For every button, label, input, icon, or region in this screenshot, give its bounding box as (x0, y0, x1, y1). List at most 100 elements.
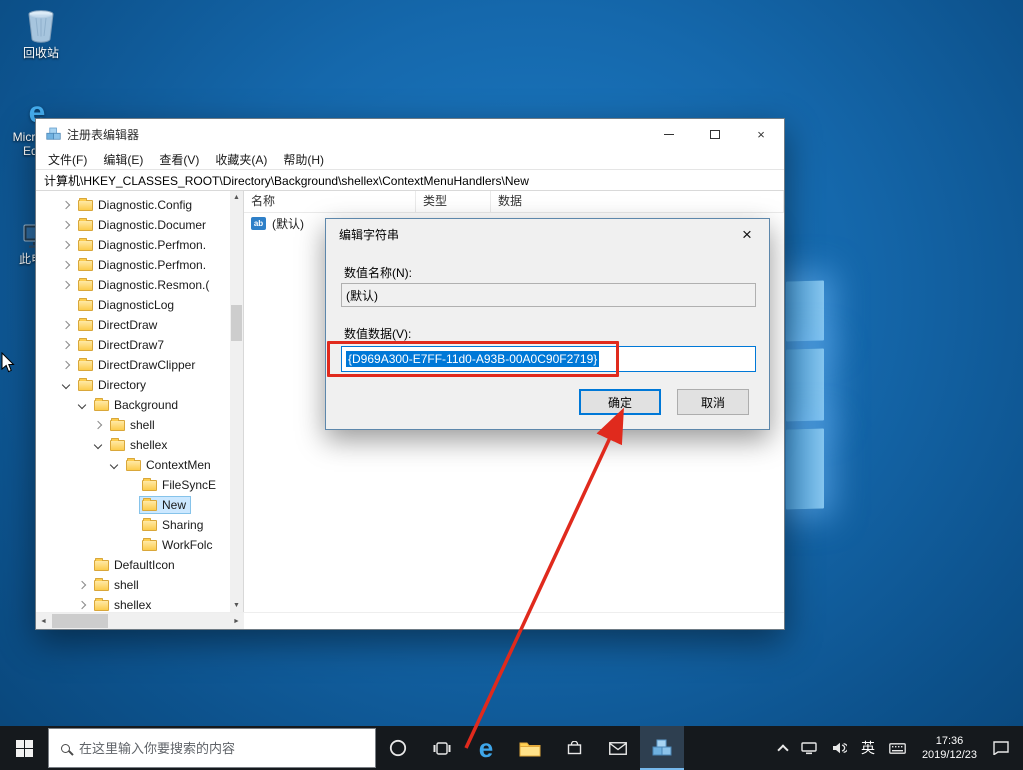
window-title: 注册表编辑器 (67, 126, 139, 143)
tree-item-directdraw7[interactable]: DirectDraw7 (36, 335, 230, 355)
taskbar-clock[interactable]: 17:36 2019/12/23 (913, 734, 986, 762)
menu-item-4[interactable]: 帮助(H) (275, 151, 332, 168)
dialog-title-bar[interactable]: 编辑字符串 × (326, 219, 769, 249)
task-view-button[interactable] (420, 726, 464, 770)
tree-item-sharing[interactable]: Sharing (36, 515, 230, 535)
address-bar[interactable]: 计算机\HKEY_CLASSES_ROOT\Directory\Backgrou… (36, 169, 784, 191)
tray-expand-button[interactable] (772, 726, 794, 770)
tree-item-directdrawclipper[interactable]: DirectDrawClipper (36, 355, 230, 375)
cortana-button[interactable] (376, 726, 420, 770)
desktop-icon-recycle-bin[interactable]: 回收站 (10, 8, 72, 61)
tree-vertical-scrollbar[interactable]: ▲ ▼ (230, 191, 243, 612)
chevron-right-icon[interactable] (94, 421, 102, 429)
tree: Diagnostic.Config Diagnostic.Documer Diagn… (36, 191, 230, 612)
chevron-right-icon[interactable] (78, 601, 86, 609)
chevron-right-icon[interactable] (78, 581, 86, 589)
tree-item-directory[interactable]: Directory (36, 375, 230, 395)
horizontal-scroll-thumb[interactable] (52, 614, 108, 628)
tree-item-filesynce[interactable]: FileSyncE (36, 475, 230, 495)
minimize-button[interactable] (646, 119, 692, 149)
tree-item-diagnostic-documer[interactable]: Diagnostic.Documer (36, 215, 230, 235)
tree-item-workfolc[interactable]: WorkFolc (36, 535, 230, 555)
file-explorer-button[interactable] (508, 726, 552, 770)
action-center-button[interactable] (986, 726, 1023, 770)
tree-item-label: shellex (114, 598, 151, 612)
dialog-close-button[interactable]: × (725, 220, 769, 248)
touch-keyboard-button[interactable] (882, 726, 913, 770)
tree-item-diagnostic-perfmon-[interactable]: Diagnostic.Perfmon. (36, 235, 230, 255)
mail-icon (609, 742, 627, 755)
tree-item-diagnostic-config[interactable]: Diagnostic.Config (36, 195, 230, 215)
menu-item-1[interactable]: 编辑(E) (95, 151, 151, 168)
tree-item-shell[interactable]: shell (36, 415, 230, 435)
edit-string-dialog: 编辑字符串 × 数值名称(N): (默认) 数值数据(V): {D969A300… (325, 218, 770, 430)
minimize-icon (664, 134, 674, 135)
mail-button[interactable] (596, 726, 640, 770)
scroll-up-icon[interactable]: ▲ (230, 191, 243, 204)
folder-icon (142, 540, 157, 551)
chevron-right-icon[interactable] (62, 341, 70, 349)
chevron-right-icon[interactable] (62, 261, 70, 269)
column-header-0[interactable]: 名称 (244, 191, 416, 212)
chevron-down-icon[interactable] (62, 381, 70, 389)
cortana-icon (389, 739, 407, 757)
taskbar-search[interactable] (48, 728, 376, 768)
tree-item-contextmen[interactable]: ContextMen (36, 455, 230, 475)
scroll-right-icon[interactable]: ► (229, 613, 244, 630)
tree-item-new[interactable]: New (36, 495, 230, 515)
value-data-label: 数值数据(V): (344, 325, 411, 342)
scroll-down-icon[interactable]: ▼ (230, 599, 243, 612)
tree-item-shell[interactable]: shell (36, 575, 230, 595)
menu-item-3[interactable]: 收藏夹(A) (207, 151, 275, 168)
tree-item-background[interactable]: Background (36, 395, 230, 415)
tree-item-shellex[interactable]: shellex (36, 435, 230, 455)
tree-horizontal-scrollbar[interactable]: ◄ ► (36, 613, 244, 629)
chevron-right-icon[interactable] (62, 281, 70, 289)
menu-item-2[interactable]: 查看(V) (151, 151, 207, 168)
folder-icon (94, 580, 109, 591)
folder-icon (78, 360, 93, 371)
tree-item-diagnosticlog[interactable]: DiagnosticLog (36, 295, 230, 315)
column-header-1[interactable]: 类型 (416, 191, 491, 212)
value-name: (默认) (272, 215, 304, 232)
clock-date: 2019/12/23 (922, 748, 977, 762)
title-bar[interactable]: 注册表编辑器 × (36, 119, 784, 149)
folder-icon (142, 480, 157, 491)
tree-item-defaulticon[interactable]: DefaultIcon (36, 555, 230, 575)
start-button[interactable] (0, 726, 48, 770)
column-header-2[interactable]: 数据 (491, 191, 784, 212)
chevron-right-icon[interactable] (62, 201, 70, 209)
tree-item-label: Directory (98, 378, 146, 392)
chevron-down-icon[interactable] (94, 441, 102, 449)
maximize-button[interactable] (692, 119, 738, 149)
ok-button[interactable]: 确定 (579, 389, 661, 415)
folder-icon (110, 420, 125, 431)
tree-item-diagnostic-perfmon-[interactable]: Diagnostic.Perfmon. (36, 255, 230, 275)
tree-item-shellex[interactable]: shellex (36, 595, 230, 612)
chevron-right-icon[interactable] (62, 321, 70, 329)
tree-item-diagnostic-resmon-[interactable]: Diagnostic.Resmon.( (36, 275, 230, 295)
tree-item-directdraw[interactable]: DirectDraw (36, 315, 230, 335)
scroll-left-icon[interactable]: ◄ (36, 613, 51, 630)
close-button[interactable]: × (738, 119, 784, 149)
chevron-right-icon[interactable] (62, 241, 70, 249)
chevron-down-icon[interactable] (110, 461, 118, 469)
value-name-field[interactable]: (默认) (341, 283, 756, 307)
chevron-right-icon[interactable] (62, 221, 70, 229)
cancel-button[interactable]: 取消 (677, 389, 749, 415)
ime-indicator[interactable]: 英 (854, 726, 882, 770)
registry-editor-taskbar-button[interactable] (640, 726, 684, 770)
edge-taskbar-button[interactable]: e (464, 726, 508, 770)
chevron-down-icon[interactable] (78, 401, 86, 409)
volume-button[interactable] (824, 726, 854, 770)
menu-item-0[interactable]: 文件(F) (40, 151, 95, 168)
action-center-icon (993, 741, 1009, 755)
network-button[interactable] (794, 726, 824, 770)
tree-item-label: Diagnostic.Resmon.( (98, 278, 209, 292)
tree-item-label: Diagnostic.Documer (98, 218, 206, 232)
tree-item-label: DirectDraw7 (98, 338, 164, 352)
store-button[interactable] (552, 726, 596, 770)
vertical-scroll-thumb[interactable] (231, 305, 242, 341)
search-input[interactable] (79, 741, 349, 756)
chevron-right-icon[interactable] (62, 361, 70, 369)
